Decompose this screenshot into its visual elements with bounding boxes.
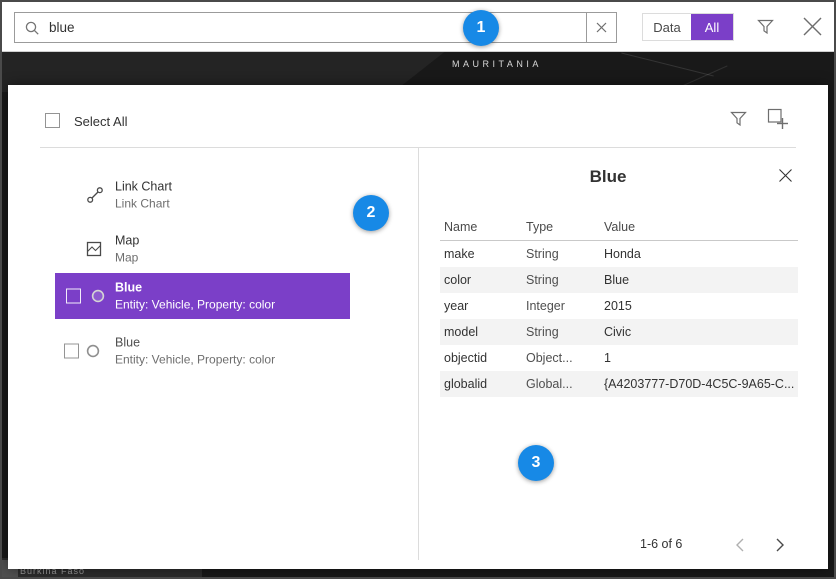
list-item-text: Blue Entity: Vehicle, Property: color bbox=[115, 336, 275, 367]
select-all-checkbox[interactable] bbox=[45, 113, 60, 128]
cell-name: make bbox=[444, 247, 475, 261]
entity-circle-icon bbox=[86, 344, 100, 358]
list-item-title: Blue bbox=[115, 336, 275, 350]
search-box bbox=[14, 12, 587, 43]
entity-circle-icon bbox=[91, 289, 105, 303]
cell-value: 2015 bbox=[604, 299, 632, 313]
table-row: model String Civic bbox=[440, 319, 798, 345]
cell-type: String bbox=[526, 325, 559, 339]
list-item-title: Blue bbox=[115, 281, 275, 295]
chevron-right-icon[interactable] bbox=[770, 535, 790, 555]
list-item-text: Map Map bbox=[115, 234, 139, 265]
list-item-subtitle: Entity: Vehicle, Property: color bbox=[115, 298, 275, 312]
column-header-name: Name bbox=[444, 220, 477, 234]
add-to-selection-icon[interactable] bbox=[767, 108, 788, 129]
list-item-map[interactable]: Map Map bbox=[8, 227, 418, 271]
detail-close-icon[interactable] bbox=[778, 168, 793, 183]
app-window: MAURITANIA Burkina Faso Data All Sele bbox=[0, 0, 836, 579]
annotation-badge-2: 2 bbox=[353, 195, 389, 231]
list-item-text: Blue Entity: Vehicle, Property: color bbox=[115, 281, 275, 312]
map-icon bbox=[86, 241, 102, 257]
attribute-table: make String Honda color String Blue year… bbox=[440, 241, 798, 397]
cell-name: model bbox=[444, 325, 478, 339]
cell-value: Honda bbox=[604, 247, 641, 261]
list-item-blue[interactable]: Blue Entity: Vehicle, Property: color bbox=[8, 329, 418, 373]
list-item-blue-selected[interactable]: Blue Entity: Vehicle, Property: color bbox=[55, 273, 350, 319]
scope-data-button[interactable]: Data bbox=[643, 14, 691, 40]
clear-search-button[interactable] bbox=[586, 12, 617, 43]
detail-title: Blue bbox=[418, 167, 798, 187]
table-row: color String Blue bbox=[440, 267, 798, 293]
cell-name: year bbox=[444, 299, 468, 313]
filter-icon[interactable] bbox=[730, 111, 747, 127]
select-all-label: Select All bbox=[74, 114, 127, 129]
list-item-title: Map bbox=[115, 234, 139, 248]
cell-value: 1 bbox=[604, 351, 611, 365]
table-row: globalid Global... {A4203777-D70D-4C5C-9… bbox=[440, 371, 798, 397]
map-border-line bbox=[621, 53, 713, 77]
clear-icon bbox=[596, 22, 607, 33]
search-results-panel: Select All Link Chart Link Chart Map bbox=[8, 85, 828, 569]
cell-value: Blue bbox=[604, 273, 629, 287]
column-header-type: Type bbox=[526, 220, 553, 234]
scope-toggle: Data All bbox=[642, 13, 734, 41]
cell-name: objectid bbox=[444, 351, 487, 365]
item-checkbox[interactable] bbox=[66, 289, 81, 304]
cell-type: String bbox=[526, 273, 559, 287]
cell-name: color bbox=[444, 273, 471, 287]
cell-type: Global... bbox=[526, 377, 573, 391]
item-checkbox[interactable] bbox=[64, 344, 79, 359]
scope-all-button[interactable]: All bbox=[691, 14, 733, 40]
pagination-label: 1-6 of 6 bbox=[640, 537, 682, 551]
list-item-subtitle: Entity: Vehicle, Property: color bbox=[115, 353, 275, 367]
map-label-mauritania: MAURITANIA bbox=[452, 59, 542, 69]
table-header: Name Type Value bbox=[440, 220, 798, 240]
cell-value: Civic bbox=[604, 325, 631, 339]
cell-type: String bbox=[526, 247, 559, 261]
search-toolbar: Data All bbox=[2, 2, 834, 52]
annotation-badge-3: 3 bbox=[518, 445, 554, 481]
cell-type: Integer bbox=[526, 299, 565, 313]
list-item-title: Link Chart bbox=[115, 180, 172, 194]
link-chart-icon bbox=[86, 186, 104, 204]
cell-type: Object... bbox=[526, 351, 573, 365]
cell-name: globalid bbox=[444, 377, 487, 391]
list-item-text: Link Chart Link Chart bbox=[115, 180, 172, 211]
search-icon bbox=[24, 20, 40, 36]
annotation-badge-1: 1 bbox=[463, 10, 499, 46]
table-row: make String Honda bbox=[440, 241, 798, 267]
chevron-left-icon[interactable] bbox=[730, 535, 750, 555]
list-item-subtitle: Map bbox=[115, 251, 139, 265]
list-item-subtitle: Link Chart bbox=[115, 197, 172, 211]
vertical-divider bbox=[418, 148, 419, 560]
cell-value: {A4203777-D70D-4C5C-9A65-C... bbox=[604, 377, 794, 391]
column-header-value: Value bbox=[604, 220, 635, 234]
close-search-icon[interactable] bbox=[802, 16, 823, 37]
filter-icon[interactable] bbox=[757, 19, 774, 35]
table-row: year Integer 2015 bbox=[440, 293, 798, 319]
table-row: objectid Object... 1 bbox=[440, 345, 798, 371]
